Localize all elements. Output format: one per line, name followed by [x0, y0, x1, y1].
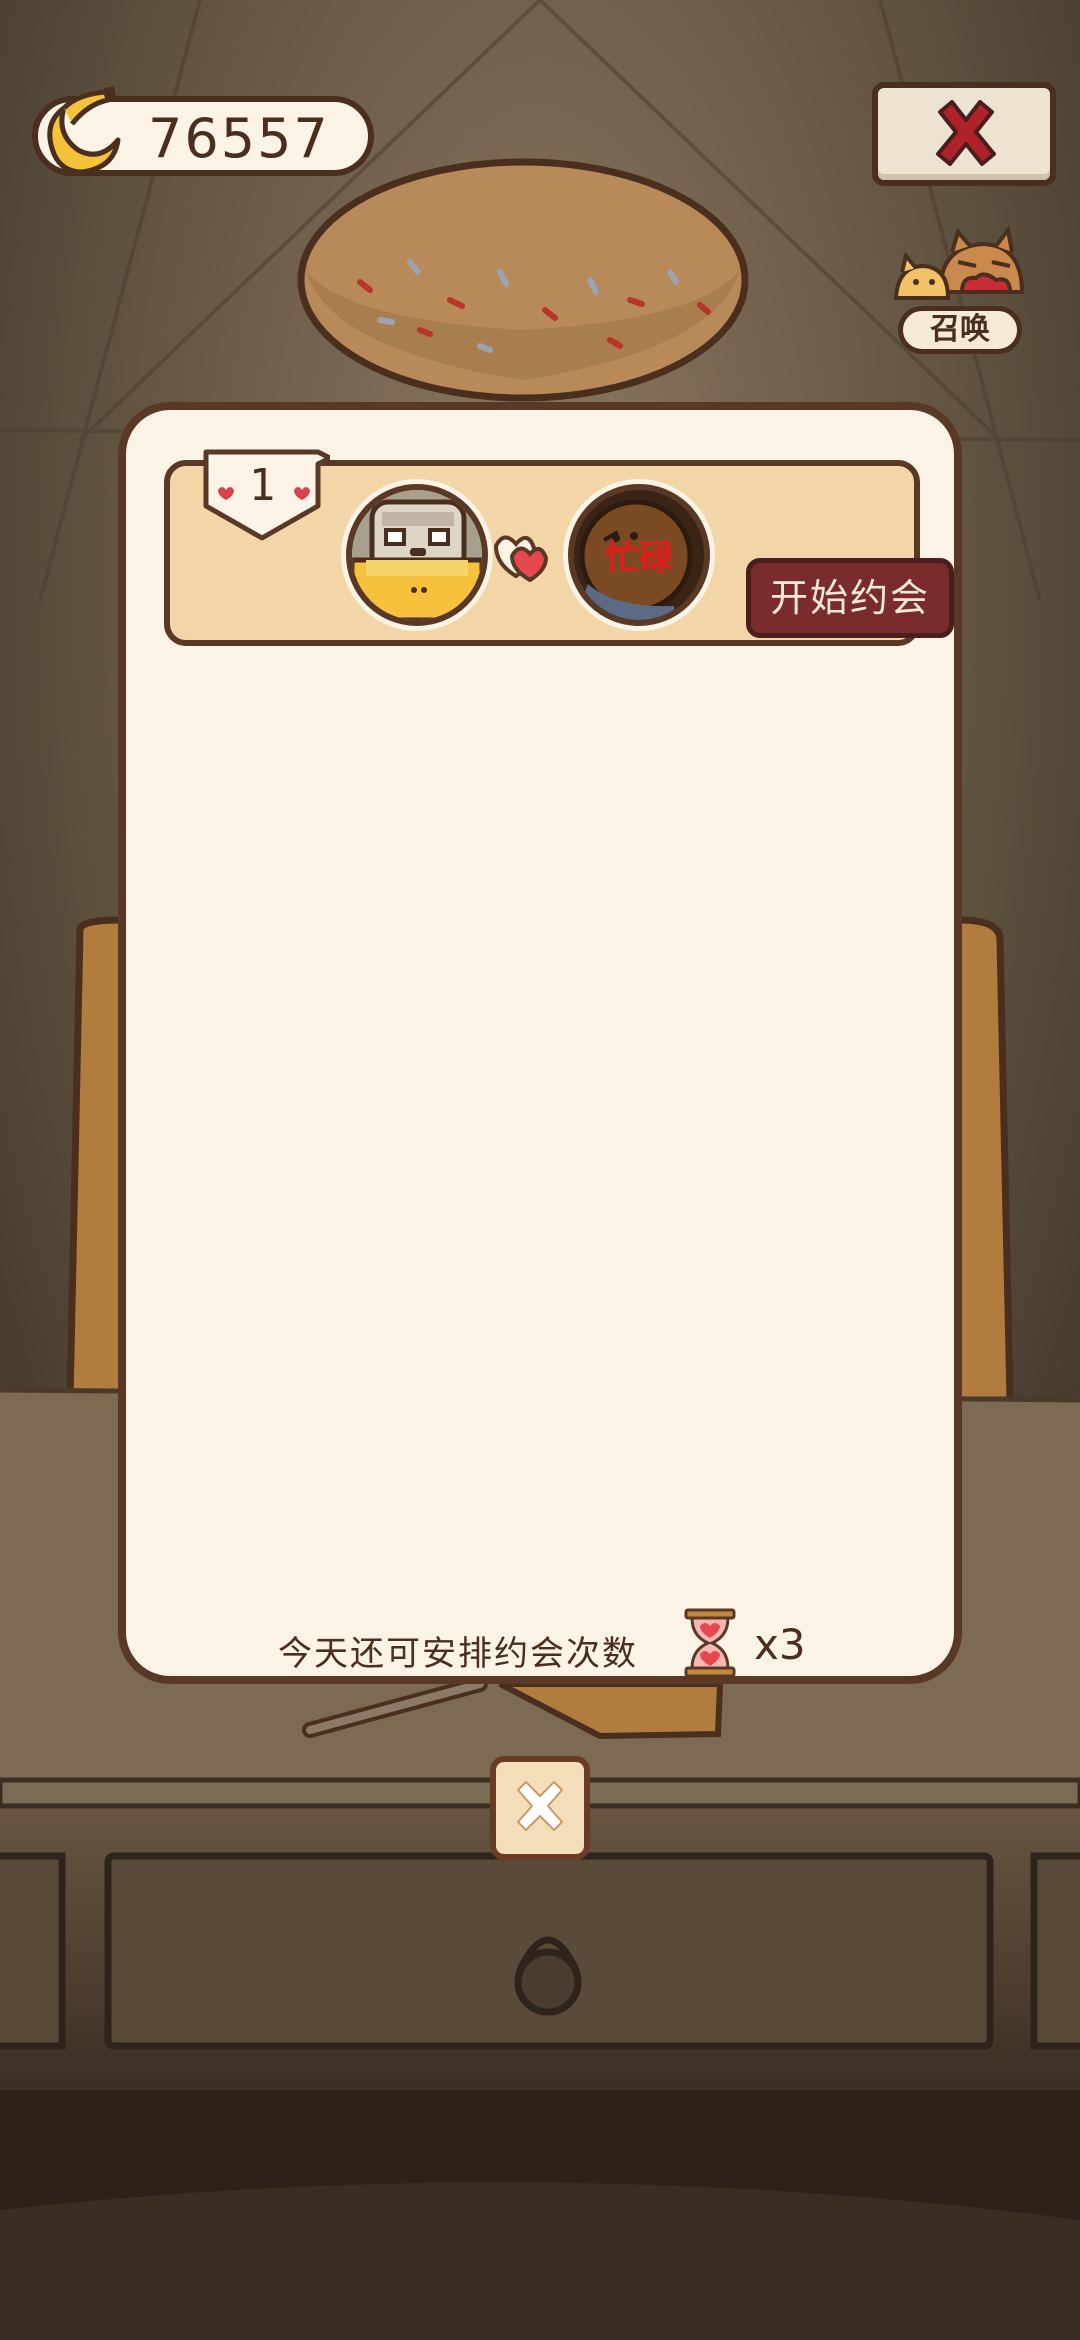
banana-currency: 76557 [32, 86, 374, 176]
hourglass-icon [684, 1608, 736, 1678]
close-icon [517, 1781, 563, 1831]
close-screen-button[interactable] [872, 82, 1056, 186]
date-panel: 1 忙碌 开始约会 今天还可安排约会次数 x3 [118, 402, 962, 1684]
cat-avatar-left[interactable] [346, 484, 488, 626]
busy-status: 忙碌 [605, 538, 673, 578]
close-icon [936, 100, 996, 166]
close-panel-button[interactable] [490, 1756, 590, 1860]
rank-tag: 1 [200, 446, 333, 556]
cat-avatar-yellow-icon [352, 490, 482, 620]
cat-avatar-right[interactable]: 忙碌 [568, 484, 710, 626]
hearts-icon [490, 528, 550, 586]
rank-number: 1 [248, 460, 276, 511]
remaining-dates: 今天还可安排约会次数 x3 [126, 1608, 954, 1678]
start-date-button[interactable]: 开始约会 [746, 558, 954, 638]
summon-label: 召唤 [898, 306, 1022, 354]
banana-icon [47, 86, 121, 175]
game-screen: 76557 召唤 1 忙碌 开始约会 今天还可安排约会次数 x3 [0, 0, 1080, 2340]
remaining-dates-label: 今天还可安排约会次数 [278, 1634, 638, 1674]
summon-button[interactable]: 召唤 [892, 226, 1028, 366]
remaining-dates-count: x3 [754, 1620, 806, 1669]
banana-count: 76557 [148, 107, 330, 170]
date-row: 1 忙碌 开始约会 [164, 449, 954, 646]
